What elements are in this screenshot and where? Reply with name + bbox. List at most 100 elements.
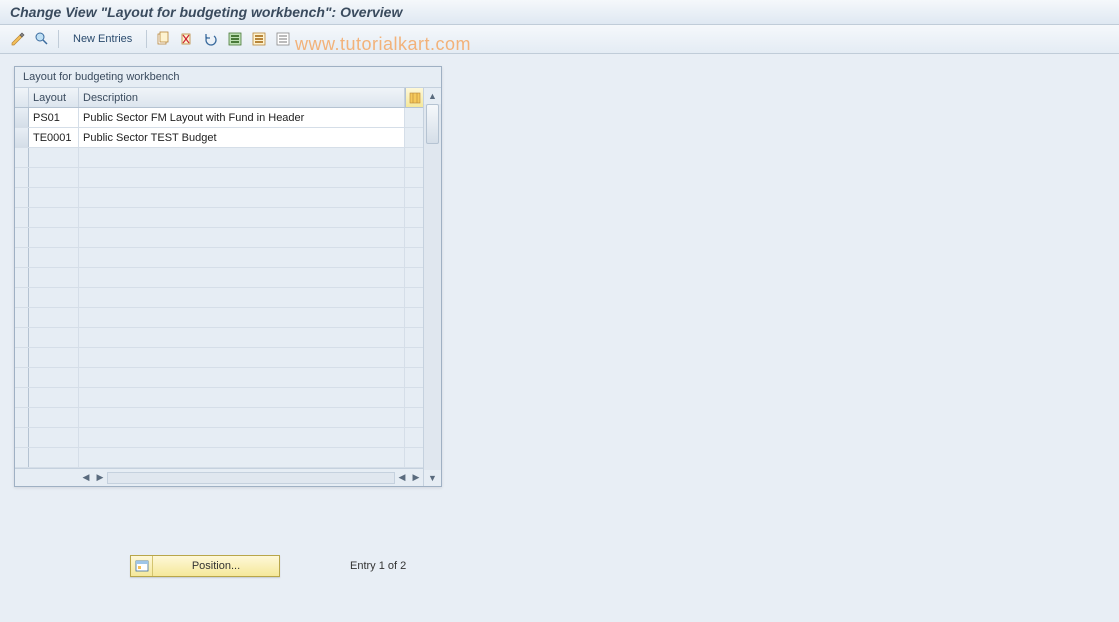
table-row[interactable] [15,208,423,228]
cell-layout[interactable] [29,328,79,347]
row-selector[interactable] [15,248,29,267]
table-row[interactable] [15,308,423,328]
new-entries-button[interactable]: New Entries [65,29,140,49]
table-row[interactable]: TE0001Public Sector TEST Budget [15,128,423,148]
scroll-right-end-icon[interactable]: ▶ [409,471,423,485]
row-selector[interactable] [15,188,29,207]
row-selector[interactable] [15,448,29,467]
scroll-right-icon[interactable]: ▶ [93,471,107,485]
row-selector[interactable] [15,328,29,347]
cell-layout[interactable] [29,188,79,207]
cell-layout[interactable] [29,168,79,187]
row-selector[interactable] [15,268,29,287]
scroll-left-end-icon[interactable]: ◀ [395,471,409,485]
row-selector[interactable] [15,228,29,247]
cell-description[interactable] [79,408,405,427]
cell-layout[interactable] [29,368,79,387]
cell-layout[interactable] [29,228,79,247]
horizontal-scrollbar[interactable]: ◀ ▶ ◀ ▶ [15,468,423,486]
cell-layout[interactable] [29,288,79,307]
table-row[interactable] [15,428,423,448]
column-header-layout[interactable]: Layout [29,88,79,107]
cell-description[interactable] [79,208,405,227]
cell-layout[interactable] [29,348,79,367]
row-selector[interactable] [15,408,29,427]
table-row[interactable] [15,328,423,348]
row-selector[interactable] [15,308,29,327]
vscroll-thumb[interactable] [426,104,439,144]
row-selector[interactable] [15,288,29,307]
table-row[interactable] [15,388,423,408]
scroll-left-icon[interactable]: ◀ [79,471,93,485]
cell-description[interactable]: Public Sector TEST Budget [79,128,405,147]
cell-description[interactable] [79,248,405,267]
row-selector[interactable] [15,368,29,387]
scroll-down-icon[interactable]: ▼ [424,470,441,486]
cell-layout[interactable] [29,408,79,427]
table-row[interactable] [15,408,423,428]
row-selector[interactable] [15,348,29,367]
table-row[interactable] [15,348,423,368]
cell-description[interactable] [79,328,405,347]
table-settings-icon[interactable] [405,88,423,107]
cell-description[interactable] [79,348,405,367]
cell-layout[interactable] [29,248,79,267]
vertical-scrollbar[interactable]: ▲ ▼ [423,88,441,486]
position-button[interactable]: Position... [130,555,280,577]
copy-icon[interactable] [153,29,173,49]
cell-layout[interactable]: TE0001 [29,128,79,147]
change-display-icon[interactable] [8,29,28,49]
cell-description[interactable] [79,308,405,327]
cell-description[interactable] [79,288,405,307]
cell-layout[interactable] [29,148,79,167]
select-block-icon[interactable] [249,29,269,49]
cell-layout[interactable] [29,308,79,327]
row-selector[interactable] [15,388,29,407]
cell-layout[interactable] [29,448,79,467]
table-row[interactable] [15,248,423,268]
cell-description[interactable] [79,368,405,387]
cell-layout[interactable]: PS01 [29,108,79,127]
cell-description[interactable] [79,168,405,187]
table-row[interactable] [15,228,423,248]
cell-description[interactable] [79,228,405,247]
row-selector[interactable] [15,128,29,147]
table-row[interactable] [15,368,423,388]
table-row[interactable]: PS01Public Sector FM Layout with Fund in… [15,108,423,128]
row-end [405,108,423,127]
deselect-all-icon[interactable] [273,29,293,49]
scroll-up-icon[interactable]: ▲ [424,88,441,104]
table-row[interactable] [15,168,423,188]
row-selector[interactable] [15,108,29,127]
delete-icon[interactable] [177,29,197,49]
table-row[interactable] [15,288,423,308]
column-header-description[interactable]: Description [79,88,405,107]
select-all-header[interactable] [15,88,29,107]
find-icon[interactable] [32,29,52,49]
table-row[interactable] [15,448,423,468]
toolbar-separator [58,30,59,48]
row-selector[interactable] [15,208,29,227]
select-all-icon[interactable] [225,29,245,49]
hscroll-track[interactable] [107,472,395,484]
cell-layout[interactable] [29,388,79,407]
cell-description[interactable] [79,148,405,167]
table-row[interactable] [15,268,423,288]
cell-description[interactable] [79,388,405,407]
cell-description[interactable] [79,188,405,207]
cell-description[interactable] [79,268,405,287]
cell-description[interactable] [79,428,405,447]
cell-description[interactable]: Public Sector FM Layout with Fund in Hea… [79,108,405,127]
vscroll-track[interactable] [424,104,441,470]
row-end [405,128,423,147]
cell-layout[interactable] [29,208,79,227]
cell-layout[interactable] [29,268,79,287]
row-selector[interactable] [15,148,29,167]
cell-description[interactable] [79,448,405,467]
table-row[interactable] [15,148,423,168]
undo-icon[interactable] [201,29,221,49]
table-row[interactable] [15,188,423,208]
cell-layout[interactable] [29,428,79,447]
row-selector[interactable] [15,428,29,447]
row-selector[interactable] [15,168,29,187]
